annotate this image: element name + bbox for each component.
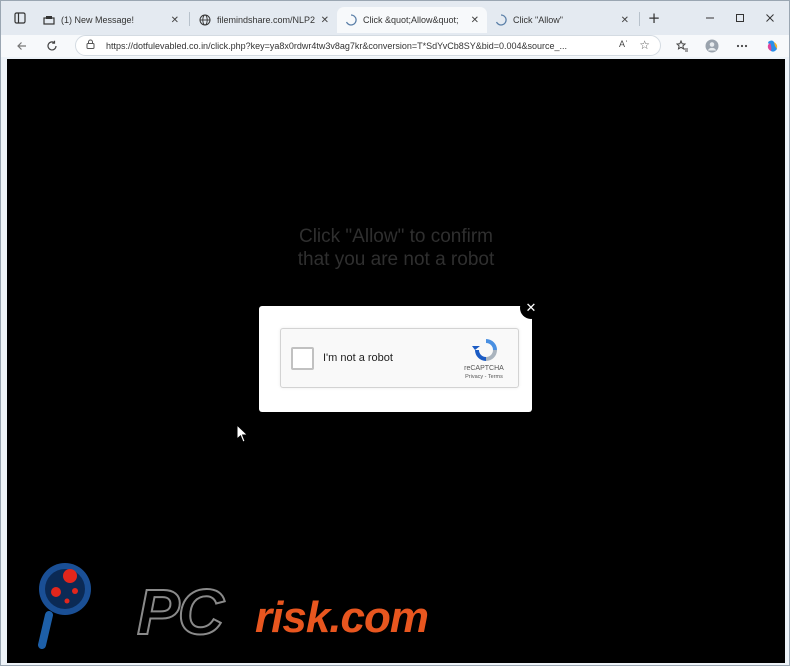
lock-icon[interactable] [86,39,98,52]
tab-label: filemindshare.com/NLP2/?sou [217,15,315,25]
tab-label: (1) New Message! [61,15,135,25]
headline-line-2: that you are not a robot [297,249,495,270]
tab-actions-icon[interactable] [11,9,29,27]
globe-icon [199,14,211,26]
captcha-dialog: I'm not a robot reCAPTCHA Privacy - Term… [259,306,532,412]
mouse-cursor-icon [236,424,249,443]
address-toolbar: https://dotfulevabled.co.in/click.php?ke… [1,35,789,57]
maximize-icon[interactable] [731,9,749,27]
recaptcha-logo-icon [472,339,497,361]
loading-icon [495,14,507,26]
tab-click-allow-active[interactable]: Click &quot;Allow&quot; ✕ [337,7,487,33]
url-text[interactable]: https://dotfulevabled.co.in/click.php?ke… [106,41,567,51]
recaptcha-privacy-terms[interactable]: Privacy - Terms [451,374,517,380]
recaptcha-label: I'm not a robot [323,352,393,364]
tab-new-message[interactable]: (1) New Message! ✕ [35,7,187,33]
web-page: Click "Allow" to confirm that you are no… [7,59,785,663]
close-tab-icon[interactable]: ✕ [621,15,629,26]
browser-window: (1) New Message! ✕ filemindshare.com/NLP… [0,0,790,666]
new-tab-button[interactable]: + [645,9,663,27]
magnifier-logo-icon [38,563,91,649]
headline-line-1: Click "Allow" to confirm [298,226,494,247]
not-robot-checkbox[interactable] [291,347,314,370]
close-tab-icon[interactable]: ✕ [321,15,329,26]
page-headline: Click "Allow" to confirm that you are no… [7,225,785,271]
watermark-pc-text: PC [136,575,225,649]
message-icon [43,14,55,26]
tab-filemindshare[interactable]: filemindshare.com/NLP2/?sou ✕ [191,7,337,33]
refresh-icon[interactable] [43,37,61,55]
tab-click-allow[interactable]: Click "Allow" ✕ [487,7,637,33]
tab-label: Click "Allow" [513,15,563,25]
close-dialog-button[interactable]: ✕ [520,297,542,319]
back-icon[interactable] [13,37,31,55]
recaptcha-widget: I'm not a robot reCAPTCHA Privacy - Term… [280,328,519,388]
favorite-star-icon[interactable]: ☆ [639,38,650,52]
pcrisk-watermark: PC risk.com [37,557,477,657]
loading-icon [345,14,357,26]
copilot-icon[interactable] [763,37,781,55]
watermark-risk-text: risk.com [255,593,429,642]
close-window-icon[interactable] [761,9,779,27]
tab-separator [639,12,640,26]
close-tab-icon[interactable]: ✕ [171,15,179,26]
close-tab-icon[interactable]: ✕ [471,15,479,26]
tab-label: Click &quot;Allow&quot; [363,15,459,25]
more-options-icon[interactable] [733,37,751,55]
favorites-icon[interactable] [673,37,691,55]
minimize-icon[interactable] [701,9,719,27]
tab-separator [189,12,190,26]
tab-bar: (1) New Message! ✕ filemindshare.com/NLP… [1,1,789,35]
address-bar[interactable]: https://dotfulevabled.co.in/click.php?ke… [75,35,661,56]
profile-avatar-icon[interactable] [703,37,721,55]
recaptcha-brand: reCAPTCHA [464,365,504,372]
read-aloud-icon[interactable]: Aʾ [619,39,628,49]
